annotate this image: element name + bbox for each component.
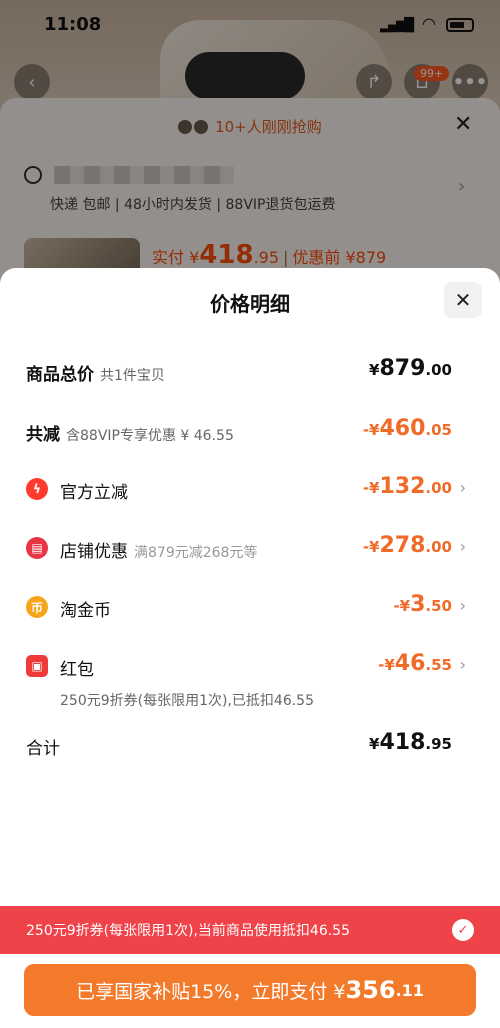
total-label-text: 商品总价 [26, 365, 94, 385]
coupon-bar[interactable]: 250元9折券(每张限用1次),当前商品使用抵扣46.55 ✓ [0, 906, 500, 954]
discount-label: 官方立减 [60, 478, 128, 503]
discount-row-official[interactable]: ϟ 官方立减 -¥132.00 › [26, 474, 466, 504]
close-icon: ✕ [454, 288, 472, 312]
total-note: 共1件宝贝 [100, 368, 165, 384]
discount-label: 淘金币 [60, 596, 111, 621]
discount-dec: .00 [425, 479, 452, 497]
reduce-row: 共减 含88VIP专享优惠 ¥ 46.55 -¥460.05 [26, 416, 466, 446]
check-icon[interactable]: ✓ [452, 919, 474, 941]
sum-int: 418 [379, 730, 426, 755]
total-amount: ¥879.00 [369, 356, 452, 381]
discount-amount: -¥278.00 [363, 533, 452, 558]
discount-note: 满879元减268元等 [134, 545, 258, 561]
discount-prefix: -¥ [362, 538, 380, 556]
reduce-label-text: 共减 [26, 425, 60, 445]
discount-amount: -¥46.55 [378, 651, 452, 676]
sheet-title: 价格明细 [210, 292, 290, 316]
pay-dec: .11 [395, 980, 424, 1000]
discount-int: 3 [410, 592, 426, 617]
discount-prefix: -¥ [393, 597, 411, 615]
discount-label-text: 官方立减 [60, 483, 128, 503]
discount-prefix: -¥ [362, 479, 380, 497]
discount-int: 132 [379, 474, 426, 499]
sum-dec: .95 [425, 735, 452, 753]
discount-row-shop[interactable]: ▤ 店铺优惠 满879元减268元等 -¥278.00 › [26, 533, 466, 563]
discount-row-redpacket[interactable]: ▣ 红包 -¥46.55 › [26, 651, 466, 681]
currency: ¥ [369, 361, 380, 379]
coin-icon: 币 [26, 596, 48, 618]
coupon-text: 250元9折券(每张限用1次),当前商品使用抵扣46.55 [26, 923, 350, 939]
discount-label: 红包 [60, 655, 94, 680]
lightning-icon: ϟ [26, 478, 48, 500]
chevron-right-icon: › [459, 537, 466, 556]
discount-int: 46 [394, 651, 426, 676]
sum-row: 合计 ¥418.95 [26, 730, 466, 760]
total-dec: .00 [425, 361, 452, 379]
discount-row-coin[interactable]: 币 淘金币 -¥3.50 › [26, 592, 466, 622]
discount-dec: .00 [425, 538, 452, 556]
currency: ¥ [369, 735, 380, 753]
discount-prefix: -¥ [378, 656, 395, 674]
reduce-label: 共减 含88VIP专享优惠 ¥ 46.55 [26, 420, 234, 445]
redpacket-description: 250元9折券(每张限用1次),已抵扣46.55 [60, 693, 314, 709]
chevron-right-icon: › [459, 655, 466, 674]
close-button[interactable]: ✕ [444, 282, 482, 318]
sum-label: 合计 [26, 739, 60, 759]
red-packet-icon: ▣ [26, 655, 48, 677]
chevron-right-icon: › [459, 478, 466, 497]
discount-label-text: 淘金币 [60, 601, 111, 621]
discount-dec: .55 [425, 656, 452, 674]
discount-label: 店铺优惠 满879元减268元等 [60, 537, 257, 562]
discount-label-text: 红包 [60, 660, 94, 680]
total-label: 商品总价 共1件宝贝 [26, 360, 165, 385]
shop-icon: ▤ [26, 537, 48, 559]
chevron-right-icon: › [459, 596, 466, 615]
discount-amount: -¥132.00 [363, 474, 452, 499]
pay-button-text: 已享国家补贴15%，立即支付 ¥ [76, 980, 346, 1003]
reduce-dec: .05 [425, 421, 452, 439]
pay-int: 356 [345, 976, 396, 1004]
discount-dec: .50 [425, 597, 452, 615]
sum-amount: ¥418.95 [369, 730, 452, 755]
discount-int: 278 [379, 533, 426, 558]
total-row: 商品总价 共1件宝贝 ¥879.00 [26, 356, 466, 386]
discount-label-text: 店铺优惠 [60, 542, 128, 562]
pay-button[interactable]: 已享国家补贴15%，立即支付 ¥356.11 [24, 964, 476, 1016]
total-int: 879 [379, 356, 426, 381]
discount-amount: -¥3.50 [393, 592, 452, 617]
reduce-int: 460 [379, 416, 426, 441]
reduce-prefix: -¥ [362, 421, 380, 439]
reduce-note: 含88VIP专享优惠 ¥ 46.55 [66, 428, 234, 444]
reduce-amount: -¥460.05 [363, 416, 452, 441]
